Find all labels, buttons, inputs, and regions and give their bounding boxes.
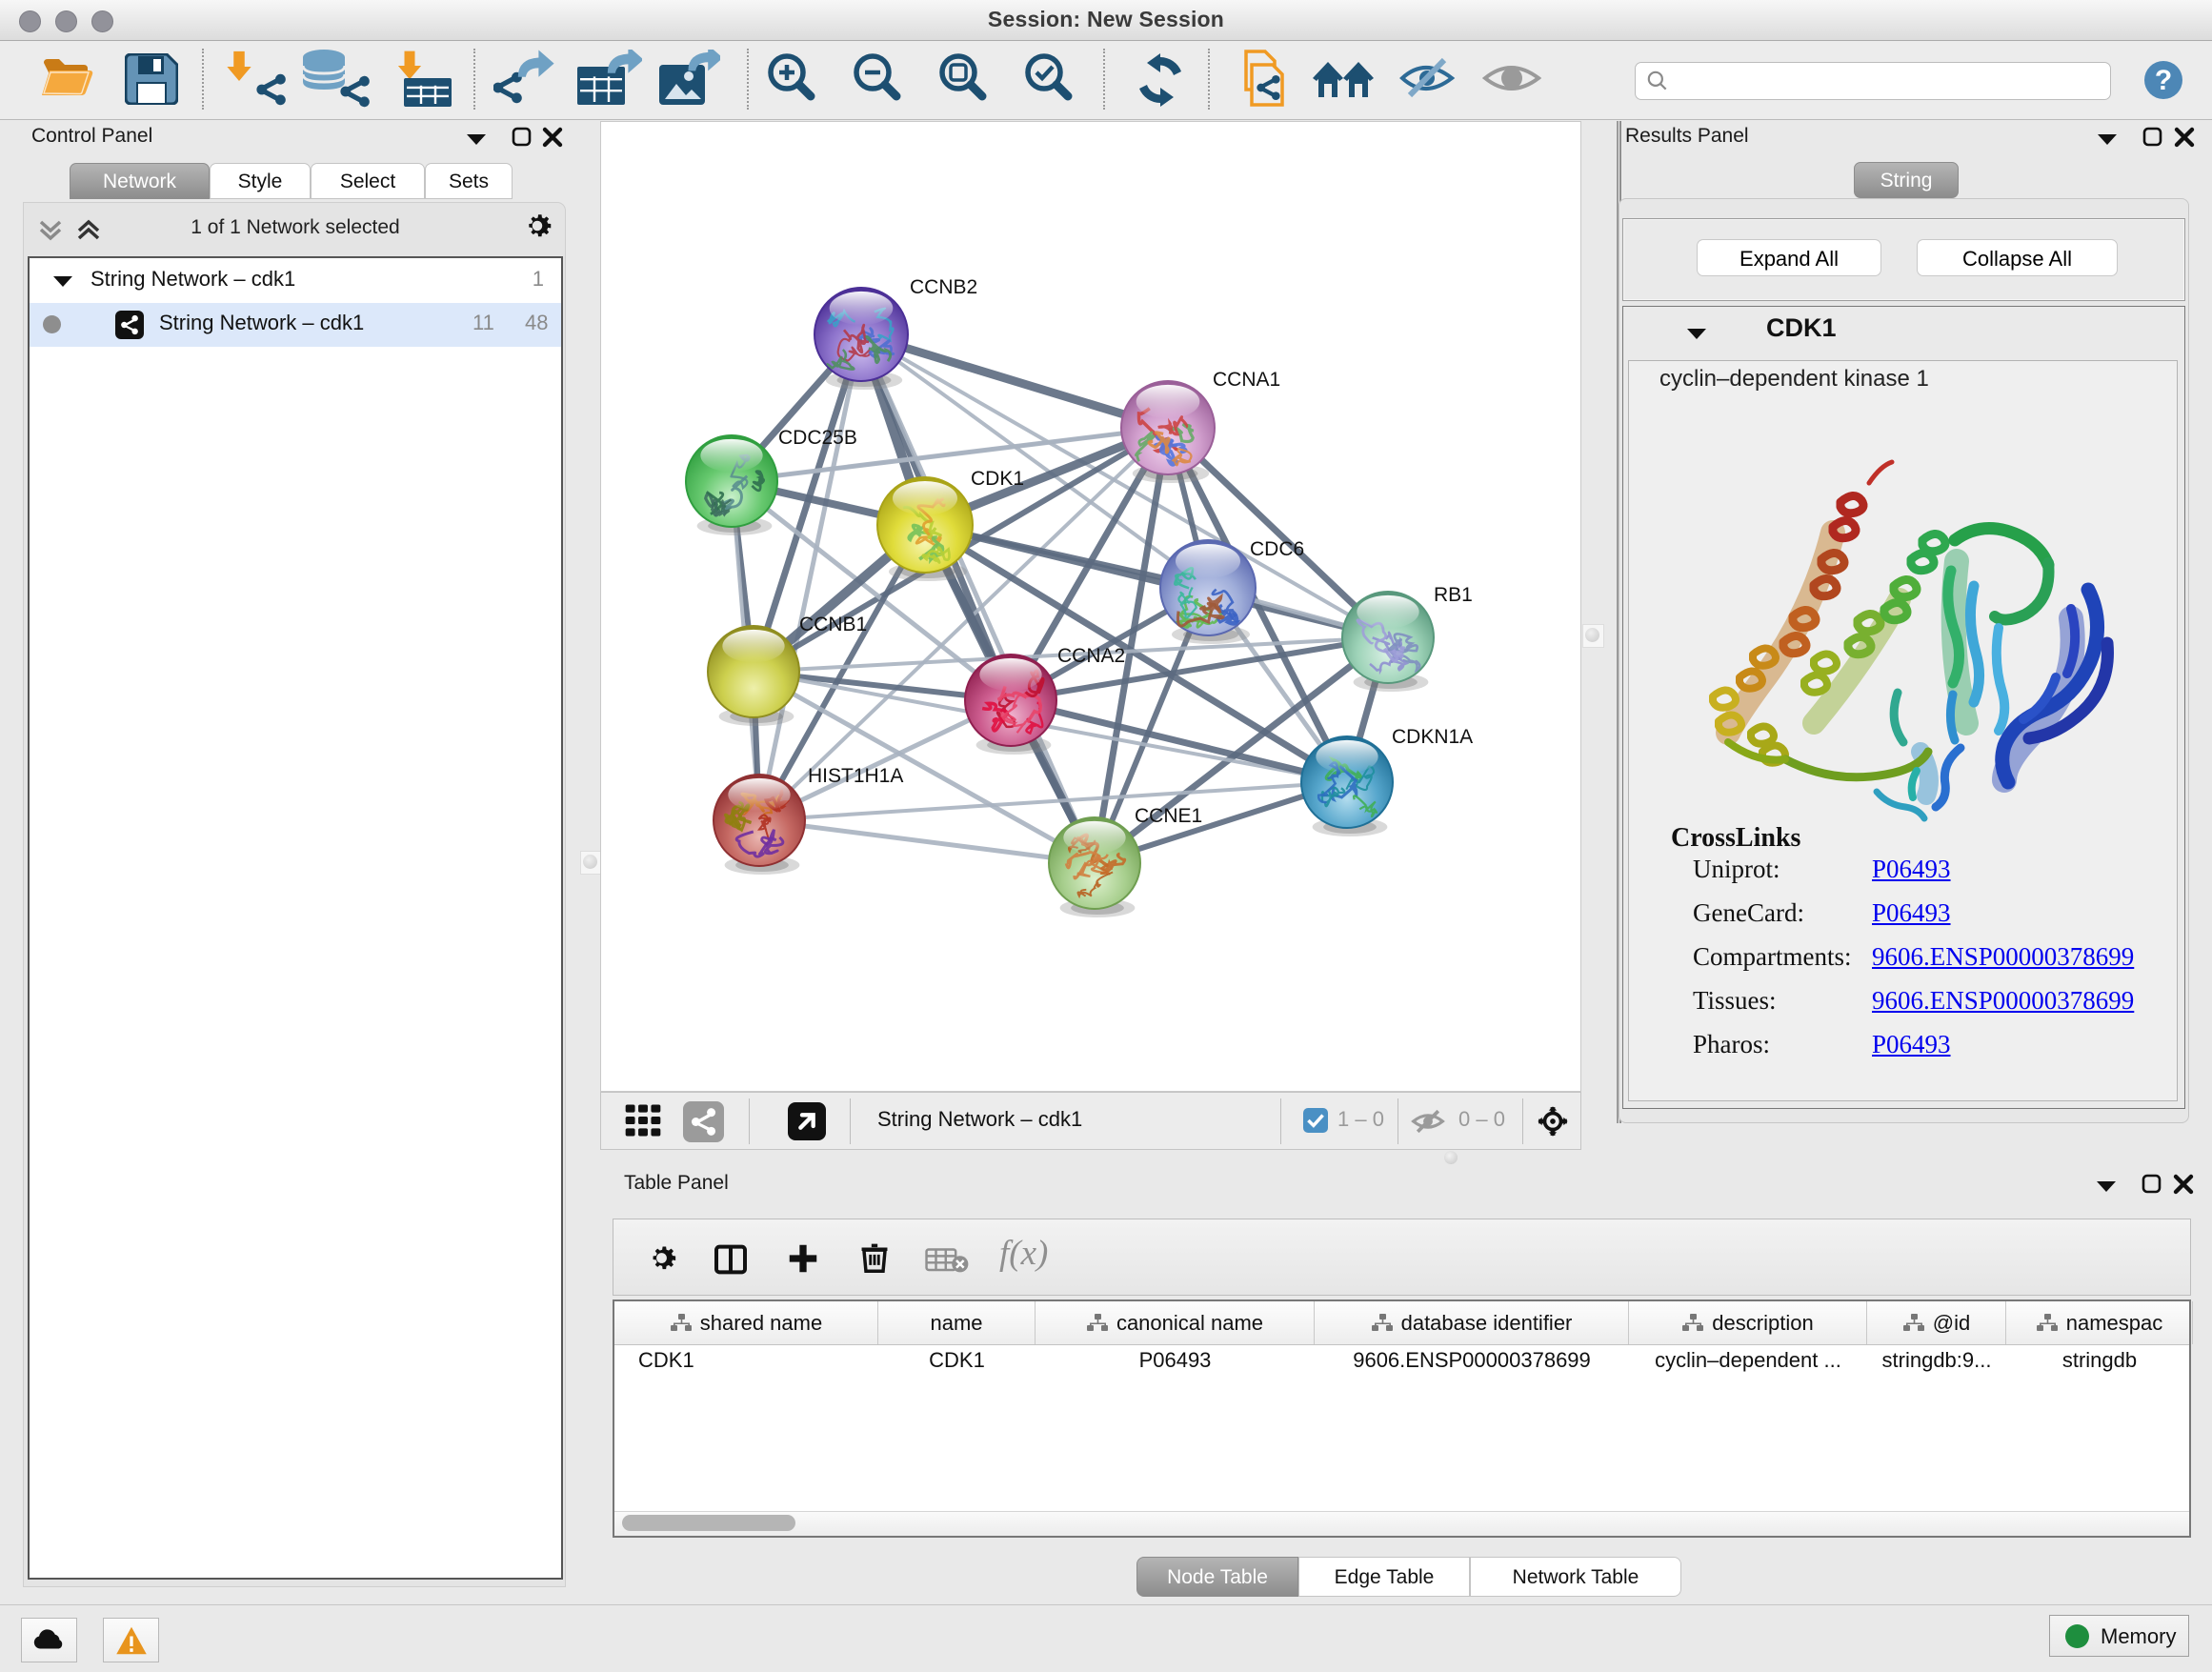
svg-text:CCNB1: CCNB1 [799,614,867,635]
svg-text:CCNE1: CCNE1 [1135,805,1202,827]
svg-text:RB1: RB1 [1434,584,1473,606]
svg-text:CCNA1: CCNA1 [1213,369,1280,391]
svg-text:CDC25B: CDC25B [778,427,857,449]
svg-text:CDC6: CDC6 [1250,538,1304,560]
svg-text:HIST1H1A: HIST1H1A [808,765,903,787]
svg-text:CCNA2: CCNA2 [1057,645,1125,667]
svg-text:?: ? [2155,65,2172,96]
svg-text:CCNB2: CCNB2 [910,276,977,298]
svg-text:CDKN1A: CDKN1A [1392,726,1473,748]
svg-text:CDK1: CDK1 [971,468,1024,490]
